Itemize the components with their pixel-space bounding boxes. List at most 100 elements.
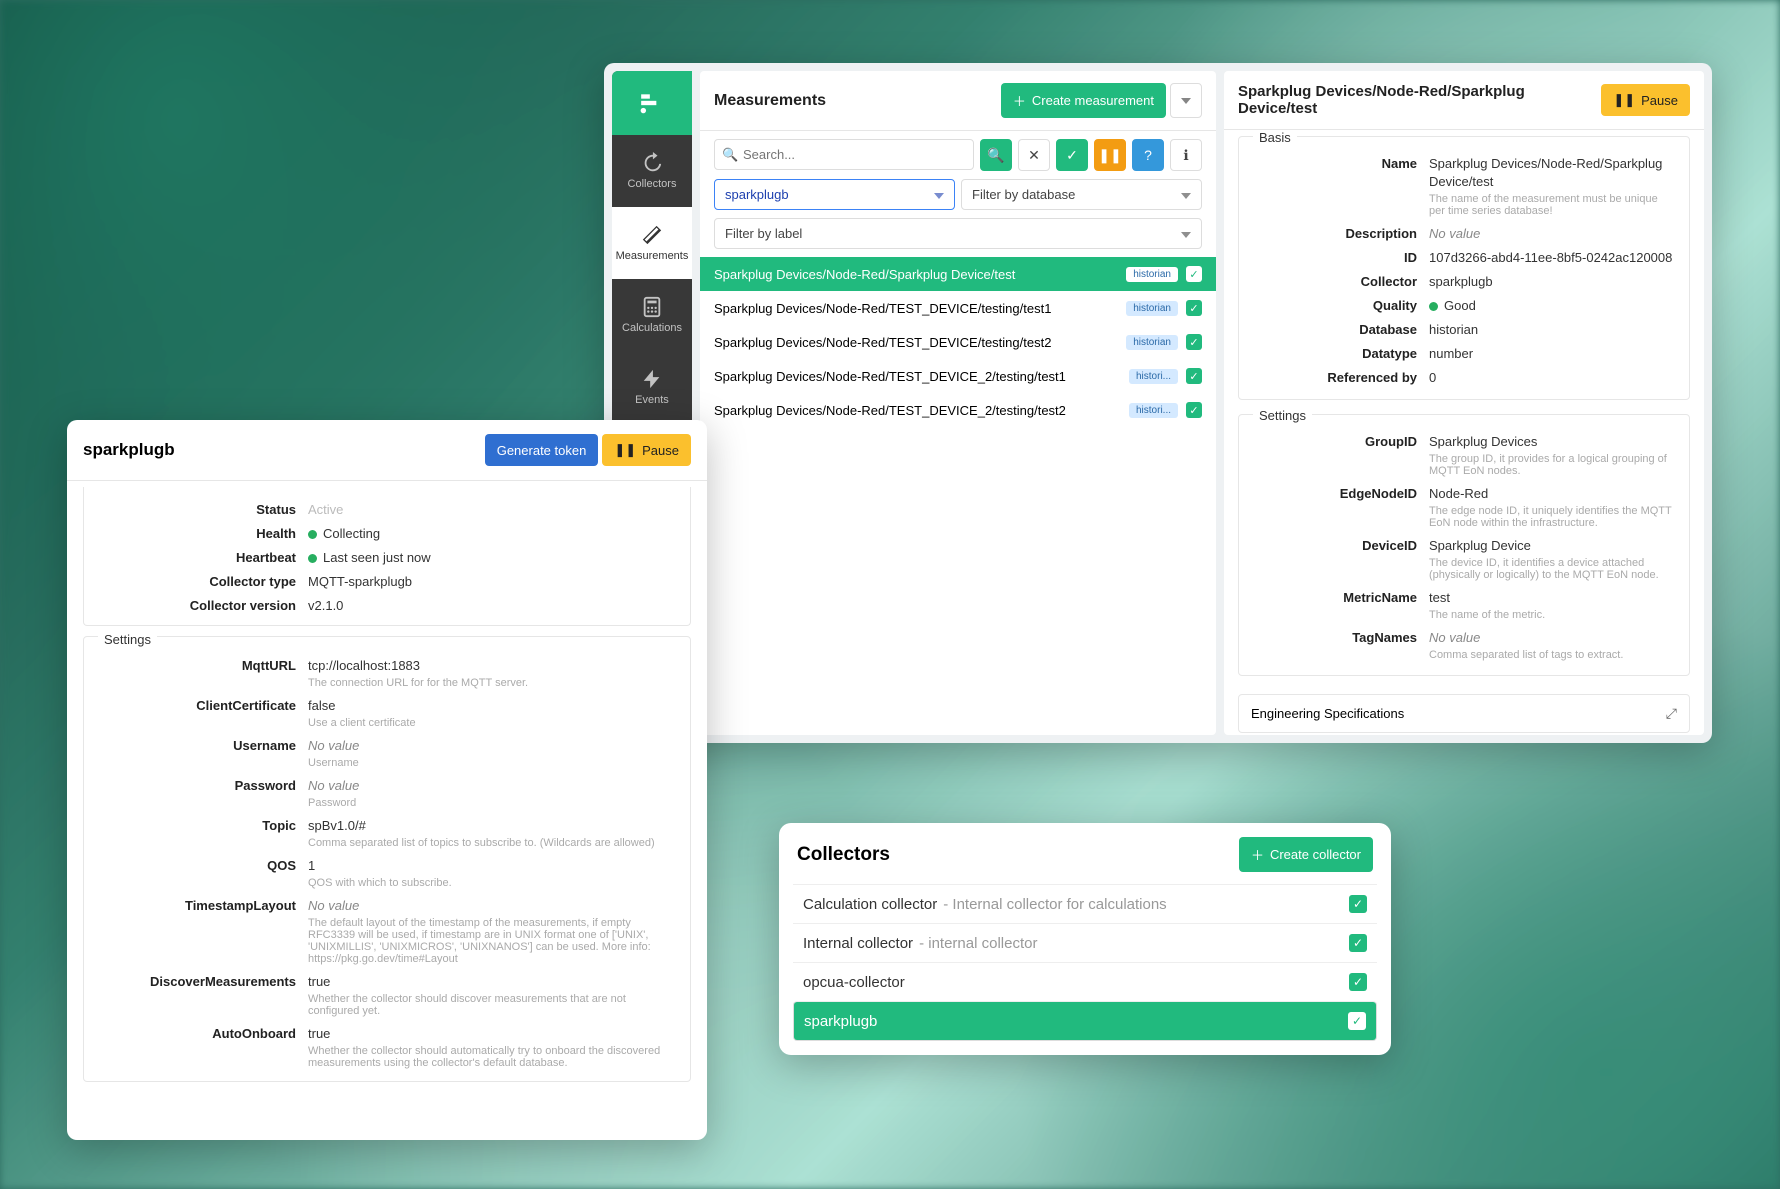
collector-row[interactable]: Calculation collector - Internal collect… [793, 884, 1377, 923]
field-value: 1 [308, 857, 676, 875]
measurement-detail-pane: Sparkplug Devices/Node-Red/Sparkplug Dev… [1224, 71, 1704, 735]
section-label: Engineering Specifications [1251, 706, 1404, 721]
button-label: Pause [1641, 93, 1678, 108]
field-label: Heartbeat [98, 549, 308, 567]
chevron-down-icon [1181, 187, 1191, 202]
check-icon: ✓ [1186, 368, 1202, 384]
settings-fieldset: Settings GroupIDSparkplug Devices The gr… [1238, 414, 1690, 676]
sidebar-item-measurements[interactable]: Measurements [612, 207, 692, 279]
sidebar-item-events[interactable]: Events [612, 351, 692, 423]
collectors-title: Collectors [797, 844, 890, 866]
field-value: v2.1.0 [308, 597, 676, 615]
field-value: 0 [1429, 369, 1675, 387]
field-value: Sparkplug Device [1429, 537, 1675, 555]
help-button[interactable]: ? [1132, 139, 1164, 171]
measurement-row[interactable]: Sparkplug Devices/Node-Red/TEST_DEVICE_2… [700, 393, 1216, 427]
field-help: The connection URL for for the MQTT serv… [308, 677, 676, 689]
measurements-panel: Collectors Measurements Calculations Eve… [604, 63, 1712, 743]
check-icon: ✓ [1348, 1012, 1366, 1030]
field-value: Good [1429, 297, 1675, 315]
info-button[interactable]: ℹ [1170, 139, 1202, 171]
create-measurement-button[interactable]: ＋ Create measurement [1001, 83, 1166, 118]
field-label: Status [98, 501, 308, 519]
chevron-down-icon [1181, 226, 1191, 241]
search-button[interactable]: 🔍 [980, 139, 1012, 171]
collector-row[interactable]: opcua-collector ✓ [793, 962, 1377, 1001]
filter-collector-select[interactable]: sparkplugb [714, 179, 955, 210]
db-badge: historian [1126, 267, 1178, 282]
calculator-icon [641, 296, 663, 318]
filter-database-select[interactable]: Filter by database [961, 179, 1202, 210]
clear-search-button[interactable]: ✕ [1018, 139, 1050, 171]
field-label: Datatype [1253, 345, 1429, 363]
collector-name: opcua-collector [803, 974, 905, 991]
button-label: Pause [642, 443, 679, 458]
filter-label-select[interactable]: Filter by label [714, 218, 1202, 249]
measurement-name: Sparkplug Devices/Node-Red/TEST_DEVICE_2… [714, 369, 1121, 384]
pause-button[interactable]: ❚❚ Pause [1601, 84, 1690, 116]
field-value: Sparkplug Devices [1429, 433, 1675, 451]
sidebar-item-calculations[interactable]: Calculations [612, 279, 692, 351]
field-help: The device ID, it identifies a device at… [1429, 557, 1675, 581]
expand-icon: ⤢ [1666, 705, 1677, 722]
field-value: false [308, 697, 676, 715]
field-label: Collector version [98, 597, 308, 615]
basis-fieldset: Basis NameSparkplug Devices/Node-Red/Spa… [1238, 136, 1690, 400]
field-value: No value [1429, 225, 1675, 243]
toggle-checked-button[interactable]: ✓ [1056, 139, 1088, 171]
field-value: tcp://localhost:1883 [308, 657, 676, 675]
collector-row[interactable]: sparkplugb ✓ [793, 1001, 1377, 1041]
check-icon: ✓ [1349, 973, 1367, 991]
select-value: sparkplugb [725, 187, 789, 202]
measurement-row[interactable]: Sparkplug Devices/Node-Red/Sparkplug Dev… [700, 257, 1216, 291]
field-value: Collecting [308, 525, 676, 543]
field-value: test [1429, 589, 1675, 607]
status-dot [1429, 302, 1438, 311]
toggle-paused-button[interactable]: ❚❚ [1094, 139, 1126, 171]
measurement-row[interactable]: Sparkplug Devices/Node-Red/TEST_DEVICE_2… [700, 359, 1216, 393]
measurements-list-pane: Measurements ＋ Create measurement 🔍 🔍 ✕ … [700, 71, 1216, 735]
field-label: Health [98, 525, 308, 543]
field-value: Node-Red [1429, 485, 1675, 503]
field-label: AutoOnboard [98, 1025, 308, 1043]
field-value: Sparkplug Devices/Node-Red/Sparkplug Dev… [1429, 155, 1675, 191]
measurement-name: Sparkplug Devices/Node-Red/Sparkplug Dev… [714, 267, 1118, 282]
create-dropdown-button[interactable] [1170, 83, 1202, 118]
field-label: MetricName [1253, 589, 1429, 607]
select-placeholder: Filter by database [972, 187, 1075, 202]
check-icon: ✓ [1186, 300, 1202, 316]
collector-detail-panel: sparkplugb Generate token ❚❚Pause Status… [67, 420, 707, 1140]
field-value: true [308, 973, 676, 991]
measurement-row[interactable]: Sparkplug Devices/Node-Red/TEST_DEVICE/t… [700, 325, 1216, 359]
sidebar-label: Measurements [616, 250, 689, 262]
pause-icon: ❚❚ [1098, 147, 1121, 164]
sidebar-item-collectors[interactable]: Collectors [612, 135, 692, 207]
create-collector-button[interactable]: ＋ Create collector [1239, 837, 1373, 872]
field-label: Database [1253, 321, 1429, 339]
field-help: Comma separated list of tags to extract. [1429, 649, 1675, 661]
field-label: Username [98, 737, 308, 755]
generate-token-button[interactable]: Generate token [485, 434, 599, 466]
field-value: No value [308, 737, 676, 755]
collector-detail-body[interactable]: StatusActive HealthCollecting HeartbeatL… [67, 481, 707, 1140]
field-label: TimestampLayout [98, 897, 308, 915]
field-value: spBv1.0/# [308, 817, 676, 835]
collector-row[interactable]: Internal collector - internal collector … [793, 923, 1377, 962]
status-fieldset: StatusActive HealthCollecting HeartbeatL… [83, 487, 691, 626]
field-value: sparkplugb [1429, 273, 1675, 291]
field-help: Comma separated list of topics to subscr… [308, 837, 676, 849]
bolt-icon [641, 368, 663, 390]
field-help: The edge node ID, it uniquely identifies… [1429, 505, 1675, 529]
measurement-name: Sparkplug Devices/Node-Red/TEST_DEVICE_2… [714, 403, 1121, 418]
measurement-row[interactable]: Sparkplug Devices/Node-Red/TEST_DEVICE/t… [700, 291, 1216, 325]
pause-button[interactable]: ❚❚Pause [602, 434, 691, 466]
search-input[interactable] [714, 139, 974, 170]
eng-spec-section[interactable]: Engineering Specifications ⤢ [1238, 694, 1690, 733]
field-help: The name of the metric. [1429, 609, 1675, 621]
check-icon: ✓ [1349, 895, 1367, 913]
button-label: Create measurement [1032, 93, 1154, 108]
collector-desc: - internal collector [919, 935, 1037, 952]
detail-title: Sparkplug Devices/Node-Red/Sparkplug Dev… [1238, 83, 1601, 117]
field-label: DeviceID [1253, 537, 1429, 555]
field-value: No value [308, 897, 676, 915]
